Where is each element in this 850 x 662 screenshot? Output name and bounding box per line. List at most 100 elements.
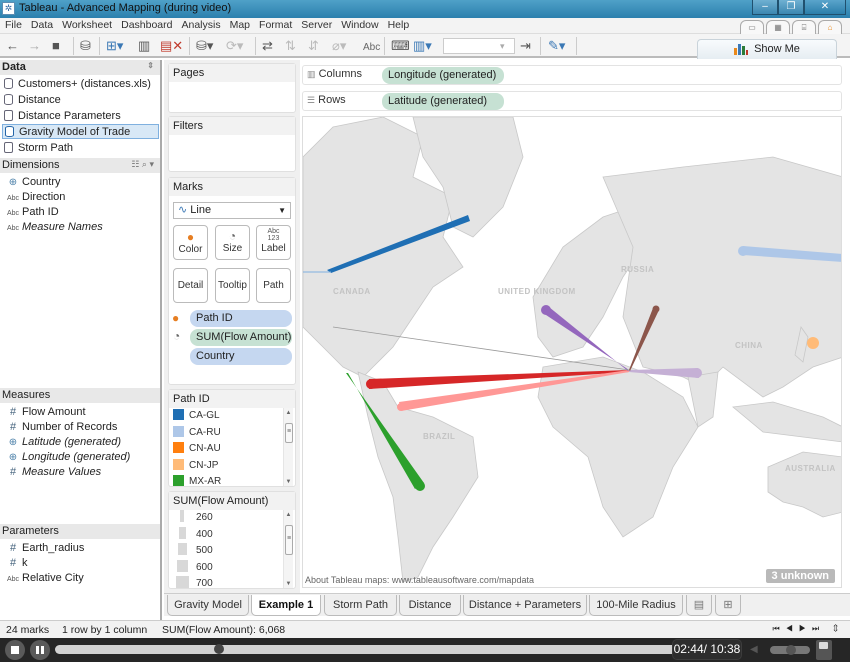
- show-labels-button[interactable]: Abc: [363, 40, 380, 56]
- label-button[interactable]: Abc 123 Label: [256, 225, 291, 260]
- menu-file[interactable]: File: [0, 18, 26, 31]
- columns-shelf[interactable]: ▥ Columns Longitude (generated): [302, 65, 842, 85]
- tab-gravity-model[interactable]: Gravity Model: [167, 595, 249, 616]
- field-country[interactable]: ⊕ Country: [0, 175, 160, 190]
- start-page-tab[interactable]: ⌂: [818, 20, 842, 34]
- tab-100-mile-radius[interactable]: 100-Mile Radius: [589, 595, 683, 616]
- detail-button[interactable]: Detail: [173, 268, 208, 303]
- country-pill[interactable]: Country: [190, 348, 292, 365]
- menu-worksheet[interactable]: Worksheet: [57, 18, 116, 31]
- show-me-button[interactable]: Show Me: [697, 39, 837, 59]
- menu-analysis[interactable]: Analysis: [176, 18, 224, 31]
- legend-item[interactable]: MX-AR: [173, 474, 221, 489]
- tab-storm-path[interactable]: Storm Path: [324, 595, 397, 616]
- minimize-button[interactable]: –: [752, 0, 778, 15]
- fix-axes-icon[interactable]: ⇥: [520, 38, 531, 54]
- unknown-badge[interactable]: 3 unknown: [765, 569, 835, 583]
- pages-card[interactable]: Pages: [168, 63, 296, 113]
- refresh-icon[interactable]: ⟳▾: [226, 38, 243, 54]
- field-number-of-records[interactable]: # Number of Records: [0, 420, 160, 435]
- legend-item[interactable]: CN-AU: [173, 441, 221, 456]
- connect-data-icon[interactable]: ⛁: [80, 38, 91, 54]
- datasource-item[interactable]: Distance Parameters: [0, 109, 160, 124]
- forward-arrow-icon[interactable]: →: [28, 38, 41, 54]
- seek-knob[interactable]: [213, 644, 224, 654]
- size-button[interactable]: ◔ Size: [215, 225, 250, 260]
- menu-server[interactable]: Server: [296, 18, 336, 31]
- color-legend-scrollbar[interactable]: ▲ ≡ ▼: [283, 408, 293, 486]
- size-legend-scrollbar[interactable]: ▲ ≡ ▼: [283, 510, 293, 588]
- param-relative-city[interactable]: Abc Relative City: [0, 571, 160, 586]
- datasource-item[interactable]: Distance: [0, 93, 160, 108]
- pause-updates-icon[interactable]: ⛁▾: [196, 38, 213, 54]
- legend-item[interactable]: 260: [173, 510, 213, 525]
- restore-button[interactable]: ❐: [778, 0, 804, 15]
- legend-item[interactable]: 400: [173, 527, 213, 542]
- menu-dashboard[interactable]: Dashboard: [116, 18, 176, 31]
- field-measure-values[interactable]: # Measure Values: [0, 465, 160, 480]
- presentation-icon[interactable]: ⌨: [391, 38, 410, 54]
- world-map[interactable]: [303, 117, 842, 588]
- field-measure-names[interactable]: Abc Measure Names: [0, 220, 160, 235]
- color-button[interactable]: ● Color: [173, 225, 208, 260]
- menu-window[interactable]: Window: [336, 18, 382, 31]
- sheet-navigation[interactable]: ⏮◀▶⏭ ⇕: [773, 624, 844, 634]
- param-earth-radius[interactable]: # Earth_radius: [0, 541, 160, 556]
- legend-item[interactable]: 500: [173, 543, 213, 558]
- volume-slider[interactable]: [770, 645, 810, 655]
- legend-item[interactable]: 600: [173, 560, 213, 575]
- datasource-item[interactable]: Storm Path: [0, 141, 160, 156]
- field-latitude-generated[interactable]: ⊕ Latitude (generated): [0, 435, 160, 450]
- param-k[interactable]: # k: [0, 556, 160, 571]
- new-dashboard-tab-icon[interactable]: ⊞: [715, 595, 741, 616]
- datasource-item-selected[interactable]: Gravity Model of Trade: [2, 124, 159, 139]
- sheet-sorter-tab[interactable]: ▦: [766, 20, 790, 34]
- sort-ascending-icon[interactable]: ⇅: [285, 38, 296, 54]
- mark-type-select[interactable]: ∿ Line ▼: [173, 202, 291, 219]
- tooltip-button[interactable]: Tooltip: [215, 268, 250, 303]
- legend-item[interactable]: 700: [173, 576, 213, 591]
- tab-distance[interactable]: Distance: [399, 595, 461, 616]
- close-button[interactable]: ✕: [804, 0, 846, 15]
- pause-button[interactable]: [30, 640, 50, 660]
- field-path-id[interactable]: Abc Path ID: [0, 205, 160, 220]
- path-id-pill[interactable]: Path ID: [190, 310, 292, 327]
- field-longitude-generated[interactable]: ⊕ Longitude (generated): [0, 450, 160, 465]
- menu-help[interactable]: Help: [383, 18, 414, 31]
- map-credit[interactable]: About Tableau maps: www.tableausoftware.…: [305, 575, 534, 585]
- rows-shelf[interactable]: ☰ Rows Latitude (generated): [302, 91, 842, 111]
- legend-item[interactable]: CA-RU: [173, 425, 221, 440]
- tab-example-1[interactable]: Example 1: [251, 595, 321, 616]
- seek-bar[interactable]: [55, 644, 685, 654]
- field-direction[interactable]: Abc Direction: [0, 190, 160, 205]
- longitude-pill[interactable]: Longitude (generated): [382, 67, 504, 84]
- volume-icon[interactable]: ◀: [750, 644, 758, 655]
- map-view[interactable]: CANADA UNITED KINGDOM RUSSIA CHINA BRAZI…: [302, 116, 842, 588]
- filters-card[interactable]: Filters: [168, 116, 296, 172]
- highlight-icon[interactable]: ✎▾: [548, 38, 565, 54]
- menu-data[interactable]: Data: [26, 18, 57, 31]
- new-worksheet-tab-icon[interactable]: ▤: [686, 595, 712, 616]
- tab-distance-parameters[interactable]: Distance + Parameters: [463, 595, 587, 616]
- menu-map[interactable]: Map: [225, 18, 254, 31]
- group-icon[interactable]: ⌀▾: [332, 38, 346, 54]
- new-worksheet-icon[interactable]: ⊞▾: [106, 38, 123, 54]
- fit-icon[interactable]: ▥▾: [413, 38, 432, 54]
- data-source-tab[interactable]: ⌸: [792, 20, 816, 34]
- menu-format[interactable]: Format: [254, 18, 296, 31]
- swap-icon[interactable]: ⇄: [262, 38, 273, 54]
- sum-flow-amount-pill[interactable]: SUM(Flow Amount): [190, 329, 292, 346]
- duplicate-sheet-icon[interactable]: ▥: [138, 38, 150, 54]
- field-flow-amount[interactable]: # Flow Amount: [0, 405, 160, 420]
- latitude-pill[interactable]: Latitude (generated): [382, 93, 504, 110]
- save-icon[interactable]: ■: [52, 38, 60, 54]
- sort-descending-icon[interactable]: ⇵: [308, 38, 319, 54]
- legend-item[interactable]: CA-GL: [173, 408, 220, 423]
- stop-button[interactable]: [5, 640, 25, 660]
- clear-sheet-icon[interactable]: ▤✕: [160, 38, 183, 54]
- legend-item[interactable]: CN-JP: [173, 458, 218, 473]
- datasource-item[interactable]: Customers+ (distances.xls): [0, 77, 160, 92]
- presentation-view-tab[interactable]: ▭: [740, 20, 764, 34]
- fullscreen-button[interactable]: [816, 640, 832, 660]
- back-arrow-icon[interactable]: ←: [6, 38, 19, 54]
